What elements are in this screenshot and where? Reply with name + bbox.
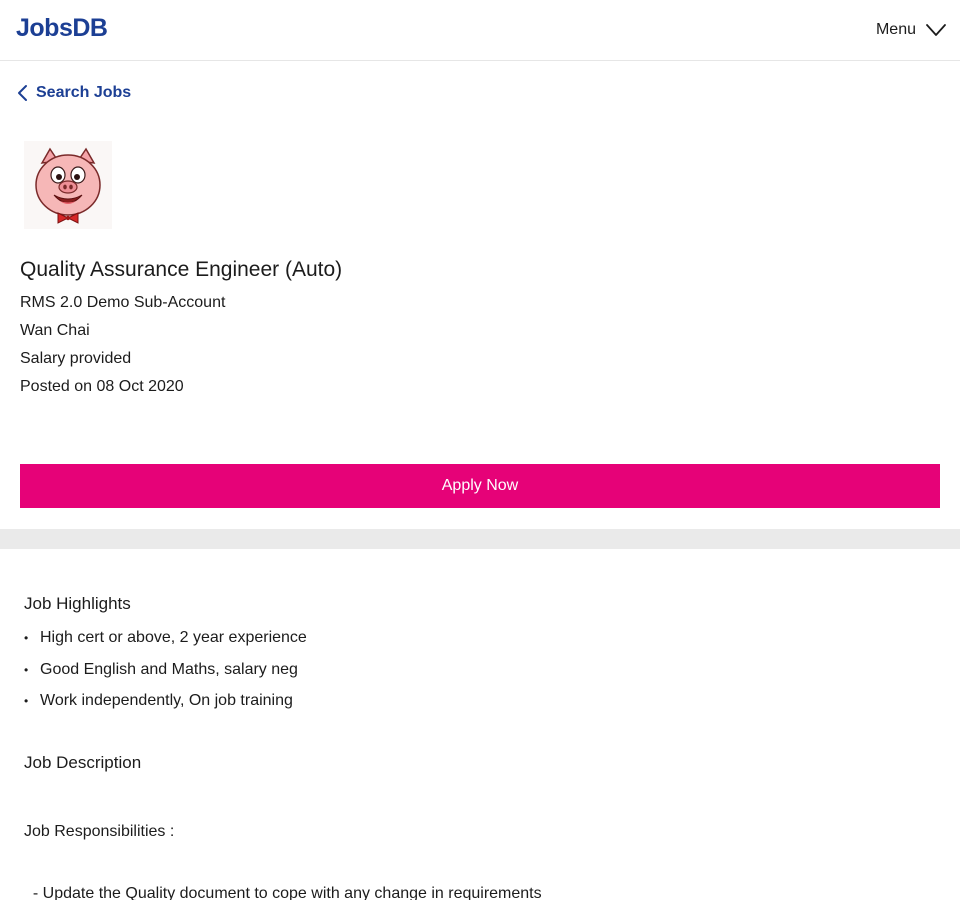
job-highlights-list: High cert or above, 2 year experience Go… — [24, 628, 307, 723]
job-highlights-heading: Job Highlights — [24, 594, 131, 613]
posted-date: Posted on 08 Oct 2020 — [20, 378, 184, 395]
responsibilities-label: Job Responsibilities : — [24, 823, 175, 840]
section-divider — [0, 529, 960, 549]
chevron-left-icon — [18, 85, 27, 101]
highlight-item: Good English and Maths, salary neg — [24, 660, 307, 692]
back-link-label: Search Jobs — [36, 84, 132, 101]
salary-info: Salary provided — [20, 350, 132, 367]
apply-now-button[interactable]: Apply Now — [20, 464, 940, 508]
back-to-search-link[interactable]: Search Jobs — [16, 81, 131, 105]
job-location: Wan Chai — [20, 322, 90, 339]
highlight-item: Work independently, On job training — [24, 691, 307, 723]
company-name[interactable]: RMS 2.0 Demo Sub-Account — [20, 293, 225, 313]
top-header: JobsDB Menu — [0, 0, 960, 61]
highlight-item: High cert or above, 2 year experience — [24, 628, 307, 660]
job-title: Quality Assurance Engineer (Auto) — [20, 258, 343, 281]
jobsdb-logo[interactable]: JobsDB — [16, 14, 108, 42]
job-description-heading: Job Description — [24, 753, 142, 772]
company-logo — [24, 141, 112, 229]
menu-button[interactable]: Menu — [876, 18, 946, 42]
responsibility-line: - Update the Quality document to cope wi… — [24, 885, 542, 900]
chevron-down-icon — [926, 24, 946, 36]
menu-label: Menu — [875, 21, 916, 38]
